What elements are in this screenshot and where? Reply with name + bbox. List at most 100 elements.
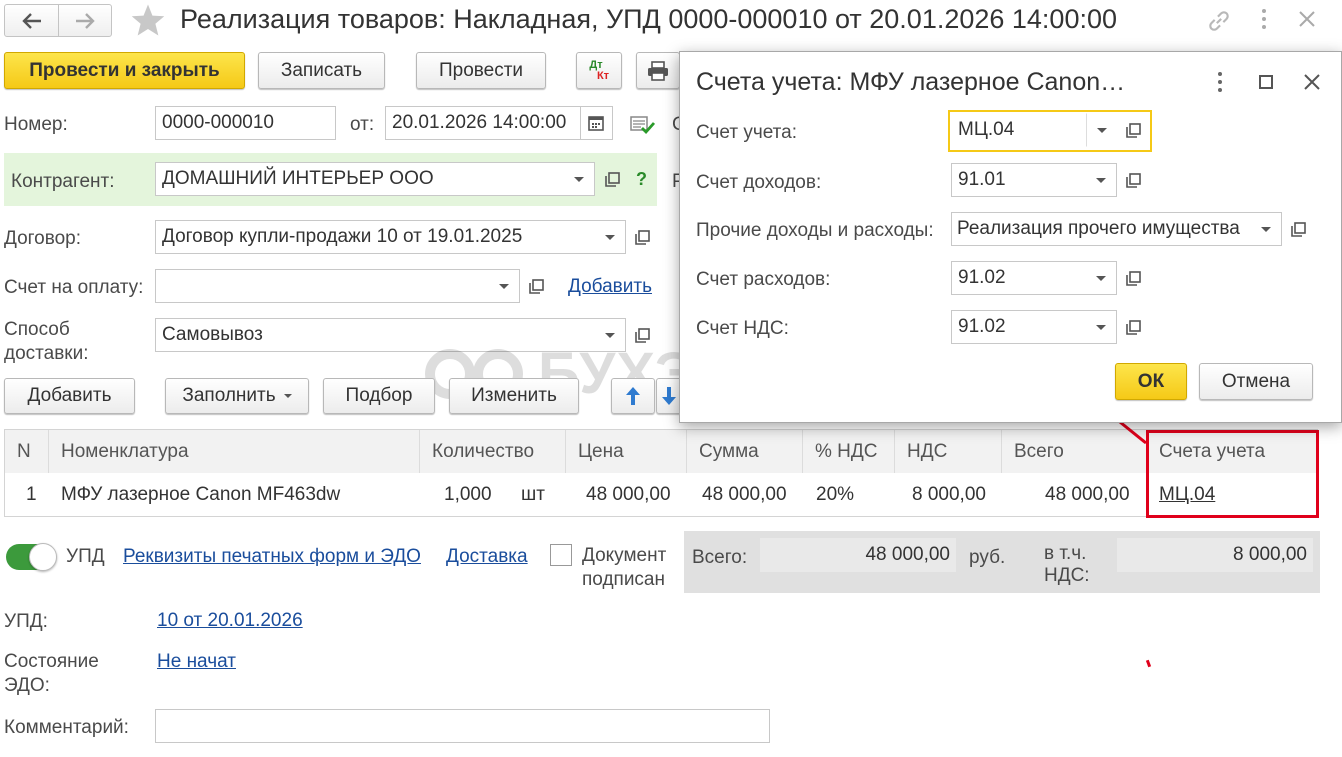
post-and-close-button[interactable]: Провести и закрыть <box>4 52 245 89</box>
more-icon[interactable] <box>1262 9 1268 29</box>
printer-icon <box>648 60 668 81</box>
move-up-button[interactable] <box>611 378 655 414</box>
dialog-account-field[interactable]: МЦ.04 <box>951 113 1087 147</box>
counterparty-label: Контрагент: <box>11 171 115 192</box>
counterparty-field[interactable]: ДОМАШНИЙ ИНТЕРЬЕР ООО <box>155 162 565 196</box>
window-title: Реализация товаров: Накладная, УПД 0000-… <box>180 4 1117 34</box>
arrow-down-icon <box>662 387 676 405</box>
cell-vat[interactable]: 8 000,00 <box>912 474 986 516</box>
dialog-vat-open-icon[interactable] <box>1119 310 1147 344</box>
dialog-vat-label: Счет НДС: <box>696 318 789 339</box>
arrow-up-icon <box>626 387 640 405</box>
post-button[interactable]: Провести <box>416 52 546 89</box>
forward-arrow-icon[interactable] <box>59 5 111 36</box>
col-header-qty[interactable]: Количество <box>420 430 566 473</box>
upd-toggle[interactable] <box>6 543 57 571</box>
dialog-other-field[interactable]: Реализация прочего имущества <box>951 212 1252 246</box>
table-fill-button[interactable]: Заполнить <box>165 378 309 414</box>
dialog-income-open-icon[interactable] <box>1119 163 1147 197</box>
invoice-open-icon[interactable] <box>522 269 550 303</box>
print-forms-link[interactable]: Реквизиты печатных форм и ЭДО <box>123 546 421 568</box>
dialog-title: Счета учета: МФУ лазерное Canon… <box>696 68 1126 96</box>
table-fill-label: Заполнить <box>182 385 276 406</box>
dialog-expense-open-icon[interactable] <box>1119 261 1147 295</box>
print-button[interactable] <box>636 52 680 89</box>
delivery-link[interactable]: Доставка <box>446 546 528 568</box>
dialog-expense-dropdown[interactable] <box>1086 261 1117 295</box>
dialog-income-dropdown[interactable] <box>1086 163 1117 197</box>
dialog-other-open-icon[interactable] <box>1284 212 1312 246</box>
delivery-label-line1: Способ <box>4 319 70 340</box>
dialog-vat-field[interactable]: 91.02 <box>951 310 1087 344</box>
counterparty-dropdown[interactable] <box>564 162 595 196</box>
delivery-label-line2: доставки: <box>4 343 89 364</box>
vat-total-value: 8 000,00 <box>1117 538 1313 572</box>
upd-label: УПД: <box>4 611 48 632</box>
date-label: от: <box>350 114 375 135</box>
dialog-account-open-icon[interactable] <box>1119 113 1147 147</box>
dialog-income-label: Счет доходов: <box>696 172 822 193</box>
col-header-price[interactable]: Цена <box>566 430 687 473</box>
upd-link[interactable]: 10 от 20.01.2026 <box>157 610 303 632</box>
dialog-vat-dropdown[interactable] <box>1086 310 1117 344</box>
dialog-more-icon[interactable] <box>1218 72 1224 92</box>
kt-label: Кт <box>596 69 610 82</box>
nav-buttons <box>4 4 112 37</box>
close-window-icon[interactable] <box>1298 10 1316 34</box>
edo-label-line2: ЭДО: <box>4 675 50 696</box>
signed-label-line2: подписан <box>582 569 665 590</box>
dialog-cancel-button[interactable]: Отмена <box>1199 363 1313 400</box>
calendar-icon <box>588 116 604 131</box>
col-header-n[interactable]: N <box>5 430 49 473</box>
comment-label: Комментарий: <box>4 717 129 738</box>
cell-vat-rate[interactable]: 20% <box>816 474 854 516</box>
accounts-highlight-box <box>1146 430 1319 518</box>
date-picker-button[interactable] <box>580 106 613 140</box>
dialog-expense-field[interactable]: 91.02 <box>951 261 1087 295</box>
dtkt-button[interactable]: Дт Кт <box>576 52 622 89</box>
dialog-account-dropdown[interactable] <box>1086 113 1117 147</box>
dialog-close-icon[interactable] <box>1303 73 1321 97</box>
link-icon[interactable] <box>1206 8 1232 40</box>
help-icon[interactable]: ? <box>636 169 647 190</box>
favorite-star-icon[interactable] <box>130 3 166 43</box>
invoice-field[interactable] <box>155 269 490 303</box>
dialog-income-field[interactable]: 91.01 <box>951 163 1087 197</box>
comment-field[interactable] <box>155 709 770 743</box>
number-field[interactable]: 0000-000010 <box>155 106 336 140</box>
toggle-knob <box>29 543 57 571</box>
fill-chevron-down-icon <box>283 394 292 398</box>
invoice-dropdown[interactable] <box>489 269 520 303</box>
save-button[interactable]: Записать <box>258 52 385 89</box>
dialog-account-label: Счет учета: <box>696 122 797 143</box>
contract-dropdown[interactable] <box>595 220 626 254</box>
edo-status-link[interactable]: Не начат <box>157 651 236 673</box>
dialog-maximize-icon[interactable] <box>1259 75 1273 89</box>
back-arrow-icon[interactable] <box>5 5 59 36</box>
table-edit-button[interactable]: Изменить <box>449 378 579 414</box>
col-header-sum[interactable]: Сумма <box>687 430 803 473</box>
cell-item[interactable]: МФУ лазерное Canon MF463dw <box>61 474 340 516</box>
contract-label: Договор: <box>4 228 82 249</box>
dialog-other-dropdown[interactable] <box>1251 212 1282 246</box>
invoice-label: Счет на оплату: <box>4 277 144 298</box>
signed-checkbox[interactable] <box>550 544 572 566</box>
cell-total[interactable]: 48 000,00 <box>1045 474 1130 516</box>
contract-open-icon[interactable] <box>628 220 656 254</box>
invoice-add-link[interactable]: Добавить <box>568 276 652 298</box>
col-header-vat[interactable]: НДС <box>895 430 1002 473</box>
date-field[interactable]: 20.01.2026 14:00:00 <box>385 106 581 140</box>
counterparty-open-icon[interactable] <box>598 162 626 196</box>
table-pick-button[interactable]: Подбор <box>323 378 435 414</box>
dialog-ok-button[interactable]: ОК <box>1115 363 1187 400</box>
col-header-item[interactable]: Номенклатура <box>49 430 420 473</box>
col-header-vat-rate[interactable]: % НДС <box>803 430 895 473</box>
table-add-button[interactable]: Добавить <box>4 378 135 414</box>
cell-qty[interactable]: 1,000 <box>444 474 492 516</box>
number-label: Номер: <box>4 114 68 135</box>
dialog-expense-label: Счет расходов: <box>696 269 831 290</box>
title-bar: Реализация товаров: Накладная, УПД 0000-… <box>0 0 1342 42</box>
contract-field[interactable]: Договор купли-продажи 10 от 19.01.2025 <box>155 220 596 254</box>
cell-price[interactable]: 48 000,00 <box>586 474 671 516</box>
cell-sum[interactable]: 48 000,00 <box>702 474 787 516</box>
